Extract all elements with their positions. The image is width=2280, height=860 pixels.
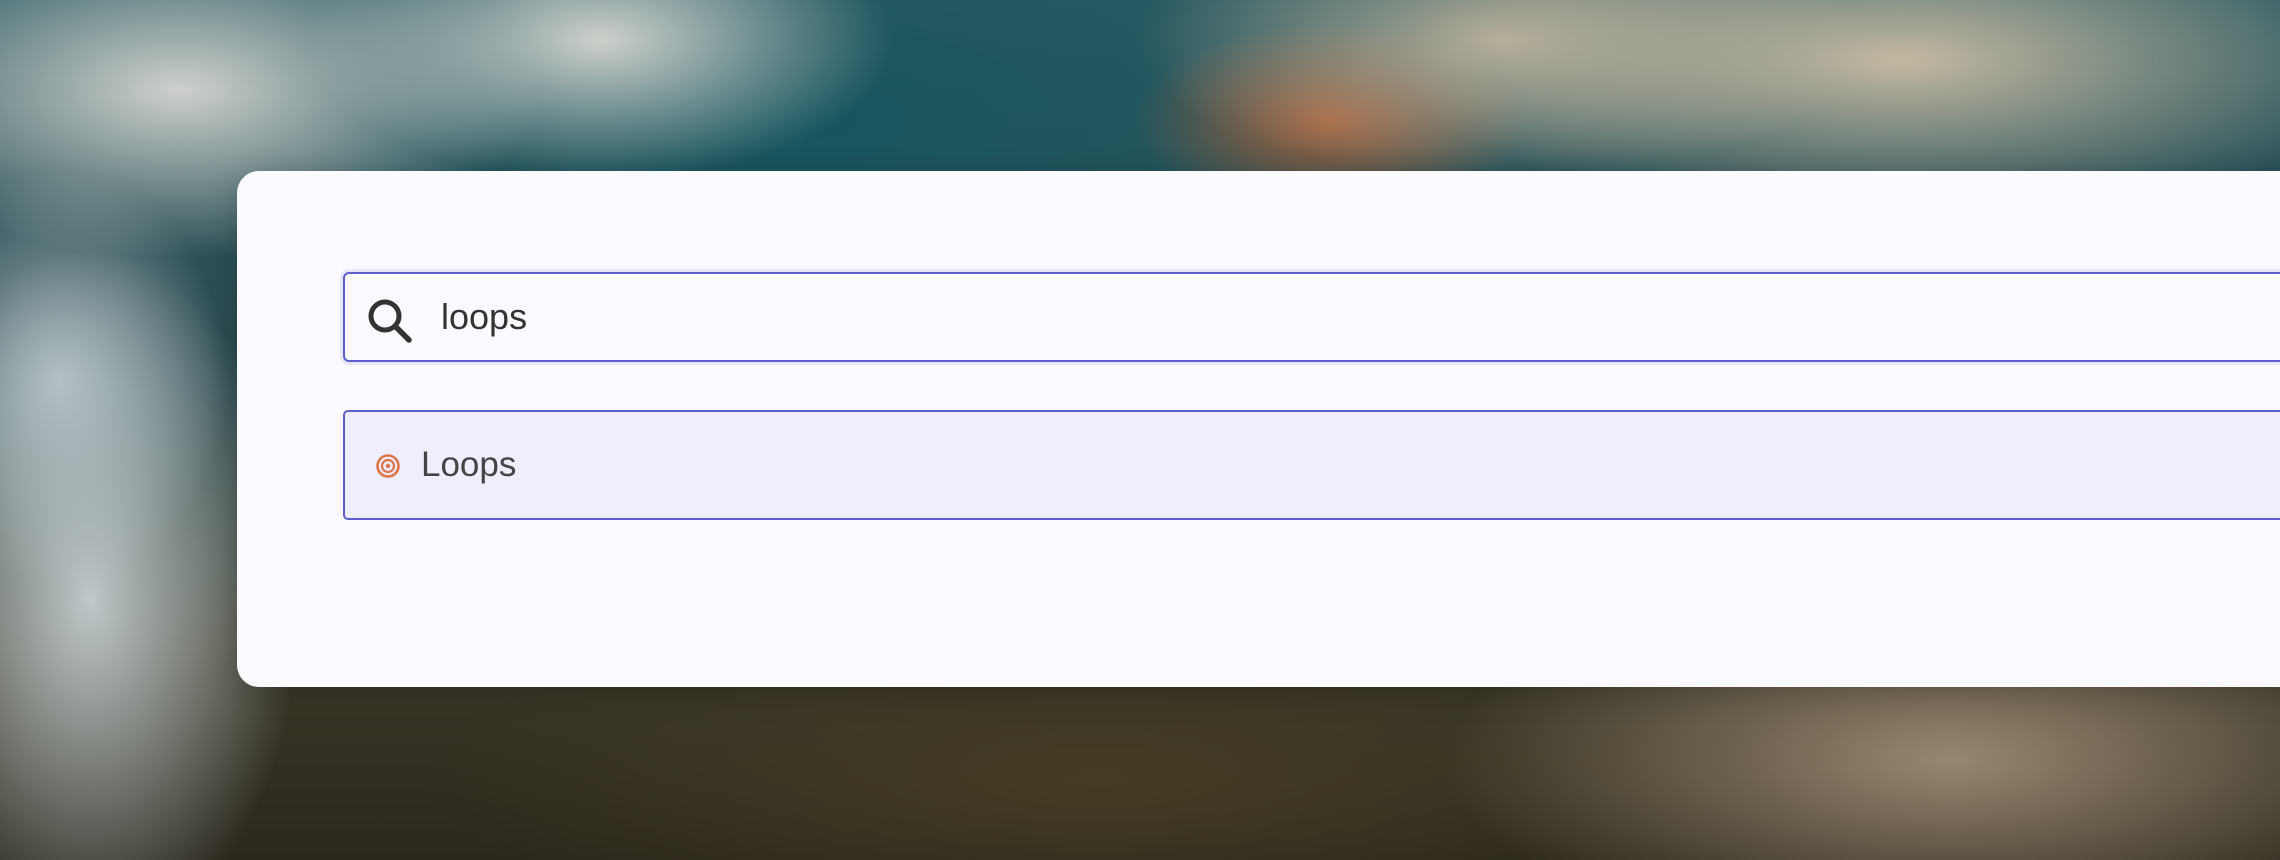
result-item-loops[interactable]: Loops [343, 410, 2280, 520]
search-box[interactable] [343, 272, 2280, 362]
search-input[interactable] [441, 274, 2280, 360]
desktop-background: Loops [0, 0, 2280, 860]
result-label: Loops [421, 445, 517, 484]
search-icon [368, 299, 412, 343]
loops-icon [376, 454, 400, 478]
command-palette: Loops [237, 171, 2280, 687]
